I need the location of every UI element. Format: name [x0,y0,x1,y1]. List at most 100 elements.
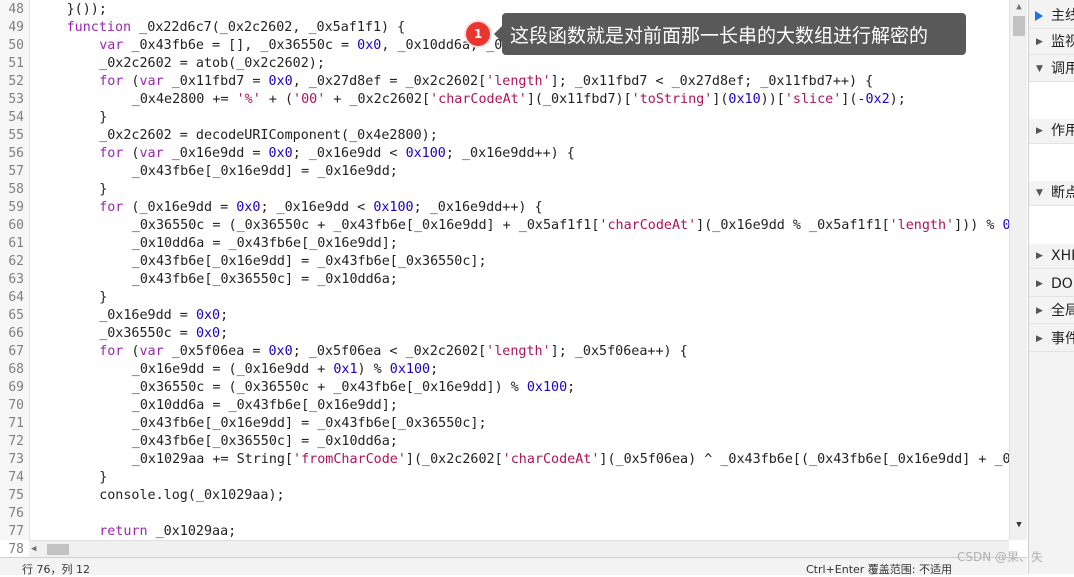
line-number[interactable]: 64 [0,289,24,307]
code-line[interactable]: _0x2c2602 = decodeURIComponent(_0x4e2800… [99,127,438,145]
line-number[interactable]: 72 [0,433,24,451]
code-token: 0x0 [268,74,293,89]
code-line[interactable]: for (var _0x11fbd7 = 0x0, _0x27d8ef = _0… [99,73,873,91]
code-line[interactable]: _0x43fb6e[_0x16e9dd] = _0x43fb6e[_0x3655… [132,253,487,271]
vertical-scroll-thumb[interactable] [1013,16,1025,36]
line-number[interactable]: 52 [0,73,24,91]
code-line[interactable]: _0x36550c = (_0x36550c + _0x43fb6e[_0x16… [132,217,1027,235]
line-number[interactable]: 57 [0,163,24,181]
sidebar-section-6[interactable]: ▶ DOM 断点 [1029,272,1074,297]
sidebar-section-4[interactable]: ▼ 断点 [1029,181,1074,206]
code-token: _0x10dd6a = _0x43fb6e[_0x16e9dd]; [131,398,398,413]
line-number[interactable]: 50 [0,37,24,55]
code-line[interactable]: } [99,181,107,199]
sidebar-section-label: 作用域 [1051,123,1074,139]
sidebar-section-2[interactable]: ▼ 调用堆栈 [1029,57,1074,82]
line-number[interactable]: 63 [0,271,24,289]
line-number[interactable]: 49 [0,19,24,37]
code-line[interactable]: _0x1029aa += String['fromCharCode'](_0x2… [132,451,1027,469]
code-token: (_0x16e9dd = [123,200,237,215]
line-number[interactable]: 51 [0,55,24,73]
line-number[interactable]: 67 [0,343,24,361]
sidebar-section-3[interactable]: ▶ 作用域 [1029,119,1074,144]
line-number[interactable]: 58 [0,181,24,199]
code-editor[interactable]: 48 49 50 51 52 53 54 55 56 57 58 59 60 61 62 63 64 65 66 67… [0,0,1027,557]
code-token: return [99,524,148,539]
line-number[interactable]: 74 [0,469,24,487]
collapse-arrow-icon: ▶ [1036,126,1043,136]
code-token: 'charCodeAt' [430,92,527,107]
code-line[interactable]: _0x16e9dd = 0x0; [99,307,228,325]
code-line[interactable]: for (var _0x16e9dd = 0x0; _0x16e9dd < 0x… [99,145,575,163]
code-line[interactable]: console.log(_0x1029aa); [99,487,284,505]
code-token: ](- [841,92,866,107]
code-line[interactable]: _0x2c2602 = atob(_0x2c2602); [99,55,325,73]
code-line[interactable]: _0x43fb6e[_0x36550c] = _0x10dd6a; [132,271,398,289]
code-token: _0x4e2800 += [131,92,237,107]
line-number[interactable]: 54 [0,109,24,127]
code-token: ]; _0x11fbd7 < _0x27d8ef; _0x11fbd7++) { [550,74,874,89]
sidebar-section-5[interactable]: ▶ XHR/提取断点 [1029,244,1074,269]
sidebar-section-8[interactable]: ▶ 事件监听器断点 [1029,327,1074,352]
code-line[interactable]: } [99,469,107,487]
code-line[interactable]: _0x43fb6e[_0x16e9dd] = _0x16e9dd; [132,163,398,181]
code-line[interactable]: _0x10dd6a = _0x43fb6e[_0x16e9dd]; [132,235,398,253]
code-line[interactable]: _0x36550c = 0x0; [99,325,228,343]
line-number[interactable]: 69 [0,379,24,397]
sidebar-section-label: DOM 断点 [1051,276,1074,292]
sidebar-section-7[interactable]: ▶ 全局监听器 [1029,299,1074,324]
line-number[interactable]: 73 [0,451,24,469]
line-number[interactable]: 56 [0,145,24,163]
code-line[interactable]: for (_0x16e9dd = 0x0; _0x16e9dd < 0x100;… [99,199,542,217]
code-line[interactable]: _0x10dd6a = _0x43fb6e[_0x16e9dd]; [132,397,398,415]
code-token: ( [123,146,140,161]
code-token: ; [220,308,229,323]
code-token: ( [123,344,140,359]
line-number[interactable]: 61 [0,235,24,253]
line-number[interactable]: 77 [0,523,24,541]
horizontal-scrollbar[interactable]: ◀ [29,540,1009,557]
code-line[interactable]: return _0x1029aa; [99,523,236,541]
line-number[interactable]: 70 [0,397,24,415]
annotation-pointer [494,26,502,42]
line-number[interactable]: 60 [0,217,24,235]
sidebar-section-label: 主线程 [1051,8,1074,24]
code-line[interactable]: function _0x22d6c7(_0x2c2602, _0x5af1f1)… [67,19,406,37]
line-number[interactable]: 76 [0,505,24,523]
line-number[interactable]: 55 [0,127,24,145]
code-line[interactable]: } [99,109,107,127]
line-number[interactable]: 68 [0,361,24,379]
code-line[interactable]: _0x43fb6e[_0x36550c] = _0x10dd6a; [132,433,398,451]
horizontal-scroll-thumb[interactable] [47,544,69,555]
line-number[interactable]: 78 [0,541,24,557]
code-token: 0x100 [526,380,568,395]
line-number[interactable]: 62 [0,253,24,271]
line-number[interactable]: 48 [0,1,24,19]
line-number[interactable]: 71 [0,415,24,433]
code-line[interactable]: for (var _0x5f06ea = 0x0; _0x5f06ea < _0… [99,343,688,361]
code-token: ](_0x2c2602[ [405,452,503,467]
line-number[interactable]: 65 [0,307,24,325]
line-number[interactable]: 66 [0,325,24,343]
code-token: _0x16e9dd = [163,146,269,161]
line-number[interactable]: 59 [0,199,24,217]
scroll-left-arrow-icon[interactable]: ◀ [31,541,36,557]
code-line[interactable]: _0x36550c = (_0x36550c + _0x43fb6e[_0x16… [132,379,575,397]
code-line[interactable]: } [99,289,107,307]
vertical-scrollbar[interactable]: ▲ ▼ [1009,0,1027,540]
scroll-up-arrow-icon[interactable]: ▲ [1010,0,1027,14]
code-token: function [66,20,132,35]
line-number[interactable]: 75 [0,487,24,505]
code-line[interactable]: }()); [67,1,107,19]
sidebar-section-0[interactable]: 主线程 [1029,4,1074,29]
collapse-arrow-icon: ▶ [1036,279,1043,289]
annotation-text: 这段函数就是对前面那一长串的大数组进行解密的 [510,25,929,47]
code-line[interactable]: _0x4e2800 += '%' + ('00' + _0x2c2602['ch… [132,91,906,109]
scroll-down-arrow-icon[interactable]: ▼ [1010,518,1027,532]
code-line[interactable]: _0x43fb6e[_0x16e9dd] = _0x43fb6e[_0x3655… [132,415,487,433]
sidebar-section-body [1029,206,1074,245]
line-number[interactable]: 53 [0,91,24,109]
sidebar-section-1[interactable]: ▶ 监视 [1029,30,1074,55]
code-token: 'fromCharCode' [293,452,406,467]
code-line[interactable]: _0x16e9dd = (_0x16e9dd + 0x1) % 0x100; [132,361,438,379]
